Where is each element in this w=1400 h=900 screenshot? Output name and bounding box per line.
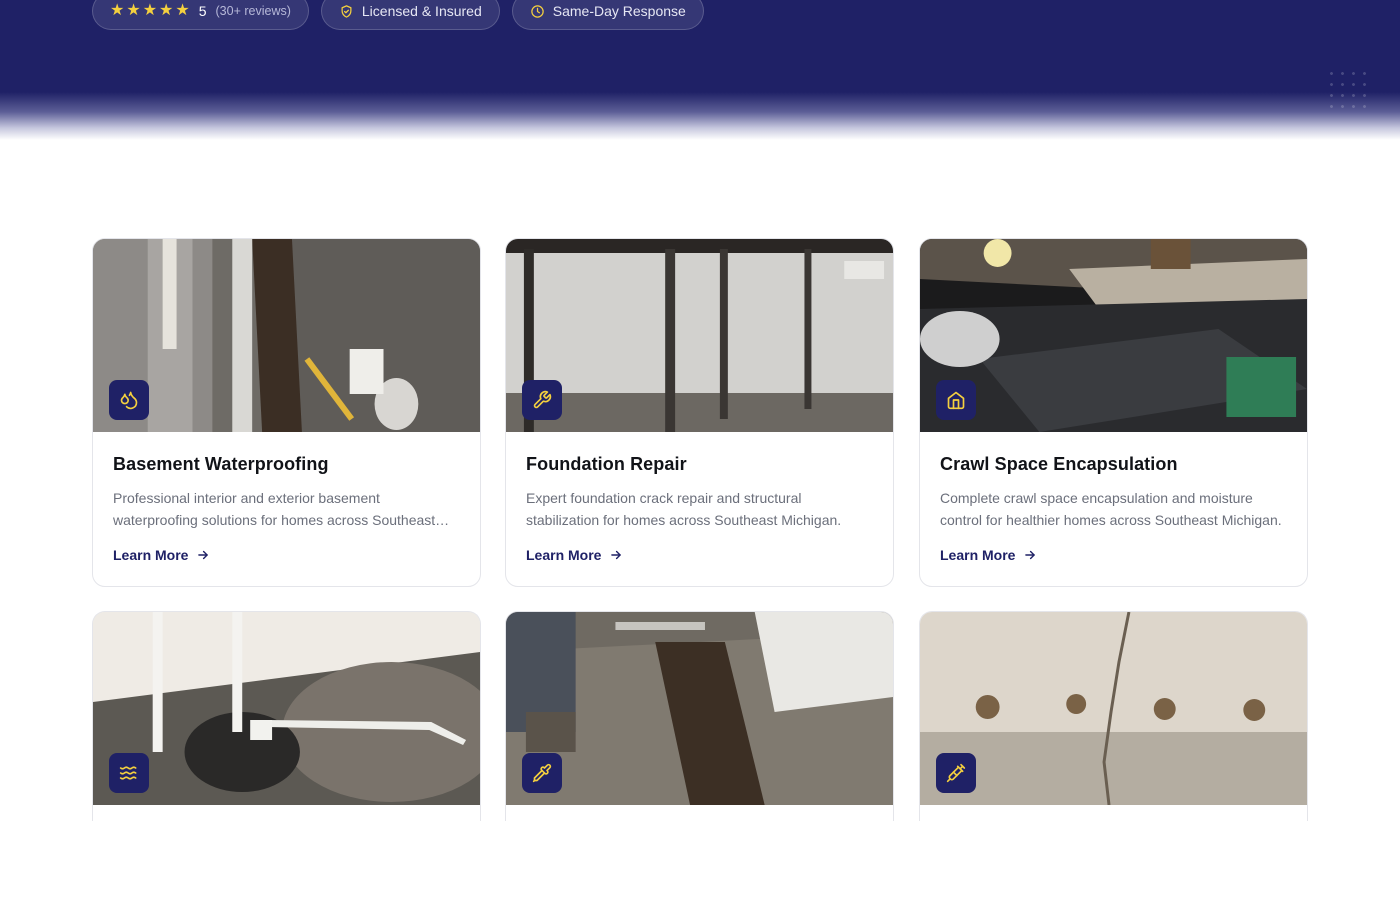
hero-section: ★ ★ ★ ★ ★ 5 (30+ reviews) Licensed & Ins…	[0, 0, 1400, 140]
response-badge: Same-Day Response	[511, 0, 704, 30]
review-count: (30+ reviews)	[215, 4, 291, 18]
arrow-right-icon	[198, 550, 209, 560]
service-photo	[506, 239, 893, 432]
star-icon: ★	[110, 2, 125, 19]
rating-value: 5	[198, 3, 207, 19]
service-title: Crawl Space Encapsulation	[940, 454, 1178, 474]
service-description: Expert foundation crack repair and struc…	[526, 490, 842, 528]
star-icon: ★	[175, 2, 190, 19]
learn-more-link[interactable]: Learn More	[940, 547, 1037, 563]
service-photo	[93, 239, 480, 432]
service-card-crawl-space[interactable]: Crawl Space Encapsulation Complete crawl…	[919, 238, 1308, 587]
trust-badges: ★ ★ ★ ★ ★ 5 (30+ reviews) Licensed & Ins…	[92, 0, 704, 30]
service-description: Professional interior and exterior basem…	[113, 490, 436, 528]
response-label: Same-Day Response	[552, 3, 686, 19]
learn-more-label: Learn More	[526, 547, 602, 563]
waves-icon	[109, 753, 149, 793]
arrow-right-icon	[611, 550, 622, 560]
star-icon: ★	[159, 2, 174, 19]
service-card-sump-pump[interactable]	[92, 611, 481, 821]
learn-more-label: Learn More	[113, 547, 189, 563]
service-photo	[93, 612, 480, 805]
service-card-drain-tile[interactable]	[505, 611, 894, 821]
decorative-dot-grid	[1326, 68, 1370, 112]
service-photo	[920, 612, 1307, 805]
rating-stars: ★ ★ ★ ★ ★	[110, 3, 190, 19]
syringe-icon	[936, 753, 976, 793]
service-title: Basement Waterproofing	[113, 454, 329, 474]
star-icon: ★	[126, 2, 141, 19]
service-photo	[920, 239, 1307, 432]
learn-more-link[interactable]: Learn More	[526, 547, 623, 563]
pipette-icon	[522, 753, 562, 793]
service-description: Complete crawl space encapsulation and m…	[940, 490, 1282, 528]
licensed-label: Licensed & Insured	[361, 3, 482, 19]
service-card-basement-waterproofing[interactable]: Basement Waterproofing Professional inte…	[92, 238, 481, 587]
arrow-right-icon	[1025, 550, 1036, 560]
learn-more-label: Learn More	[940, 547, 1016, 563]
learn-more-link[interactable]: Learn More	[113, 547, 210, 563]
star-icon: ★	[142, 2, 158, 19]
wrench-icon	[522, 380, 562, 420]
service-title: Foundation Repair	[526, 454, 687, 474]
service-card-crack-injection[interactable]	[919, 611, 1308, 821]
shield-check-icon	[339, 4, 354, 19]
home-icon	[936, 380, 976, 420]
droplets-icon	[109, 380, 149, 420]
clock-icon	[530, 4, 545, 19]
rating-badge: ★ ★ ★ ★ ★ 5 (30+ reviews)	[92, 0, 309, 30]
service-card-foundation-repair[interactable]: Foundation Repair Expert foundation crac…	[505, 238, 894, 587]
licensed-badge: Licensed & Insured	[320, 0, 500, 30]
service-photo	[506, 612, 893, 805]
